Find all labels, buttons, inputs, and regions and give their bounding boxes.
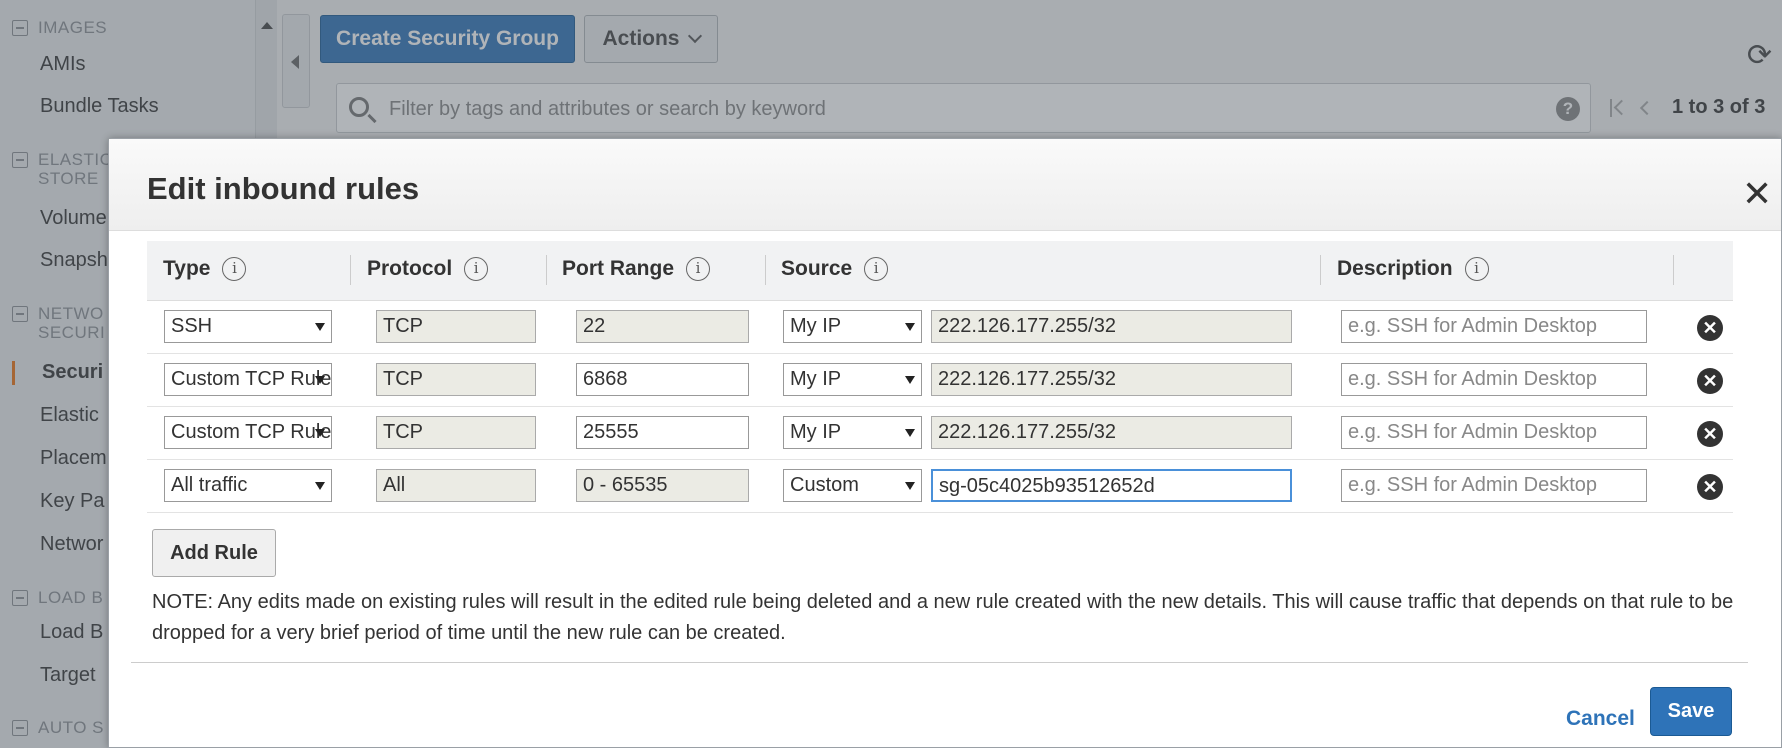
dropdown-arrow-icon (905, 482, 915, 490)
column-divider (1673, 255, 1674, 285)
footer-divider (131, 662, 1748, 663)
column-header-port-range: Port Range i (562, 257, 711, 281)
delete-rule-icon[interactable]: ✕ (1697, 421, 1723, 447)
column-divider (546, 255, 547, 285)
edit-note: NOTE: Any edits made on existing rules w… (152, 591, 1734, 644)
table-row: All traffic All 0 - 65535 Custom sg-05c4… (147, 460, 1733, 513)
description-input[interactable]: e.g. SSH for Admin Desktop (1341, 416, 1647, 449)
dropdown-arrow-icon (905, 323, 915, 331)
modal-header: Edit inbound rules ✕ (109, 139, 1781, 231)
column-divider (1320, 255, 1321, 285)
source-type-select[interactable]: My IP (783, 310, 922, 343)
delete-rule-icon[interactable]: ✕ (1697, 315, 1723, 341)
info-icon[interactable]: i (222, 257, 247, 281)
cancel-button[interactable]: Cancel (1566, 707, 1635, 731)
dropdown-arrow-icon (905, 376, 915, 384)
info-icon[interactable]: i (1464, 257, 1489, 281)
edit-inbound-rules-dialog: Edit inbound rules ✕ Type i Protocol i P… (108, 138, 1782, 748)
protocol-field: All (376, 469, 536, 502)
dropdown-arrow-icon (315, 482, 325, 490)
dropdown-arrow-icon (315, 376, 325, 384)
source-input[interactable]: 222.126.177.255/32 (931, 363, 1292, 396)
protocol-field: TCP (376, 416, 536, 449)
source-type-select[interactable]: My IP (783, 416, 922, 449)
protocol-field: TCP (376, 310, 536, 343)
modal-title: Edit inbound rules (147, 171, 420, 206)
dropdown-arrow-icon (315, 323, 325, 331)
table-row: Custom TCP Rule TCP 25555 My IP 222.126.… (147, 407, 1733, 460)
dropdown-arrow-icon (905, 429, 915, 437)
delete-rule-icon[interactable]: ✕ (1697, 368, 1723, 394)
type-select[interactable]: Custom TCP Rule (164, 416, 332, 449)
table-row: Custom TCP Rule TCP 6868 My IP 222.126.1… (147, 354, 1733, 407)
column-header-source: Source i (781, 257, 889, 281)
port-range-input[interactable]: 6868 (576, 363, 749, 396)
source-type-select[interactable]: Custom (783, 469, 922, 502)
column-header-protocol: Protocol i (367, 257, 489, 281)
protocol-field: TCP (376, 363, 536, 396)
rules-table: Type i Protocol i Port Range i Source i … (147, 241, 1733, 513)
column-header-description: Description i (1337, 257, 1489, 281)
source-input[interactable]: sg-05c4025b93512652d (931, 469, 1292, 502)
column-header-type: Type i (163, 257, 247, 281)
table-header: Type i Protocol i Port Range i Source i … (147, 241, 1733, 301)
column-divider (765, 255, 766, 285)
description-input[interactable]: e.g. SSH for Admin Desktop (1341, 363, 1647, 396)
close-icon[interactable]: ✕ (1742, 176, 1772, 212)
save-button[interactable]: Save (1650, 687, 1732, 736)
info-icon[interactable]: i (464, 257, 489, 281)
port-range-input[interactable]: 25555 (576, 416, 749, 449)
type-select[interactable]: Custom TCP Rule (164, 363, 332, 396)
info-icon[interactable]: i (864, 257, 889, 281)
port-range-field: 22 (576, 310, 749, 343)
dropdown-arrow-icon (315, 429, 325, 437)
type-select[interactable]: All traffic (164, 469, 332, 502)
type-select[interactable]: SSH (164, 310, 332, 343)
source-input[interactable]: 222.126.177.255/32 (931, 416, 1292, 449)
description-input[interactable]: e.g. SSH for Admin Desktop (1341, 310, 1647, 343)
info-icon[interactable]: i (686, 257, 711, 281)
description-input[interactable]: e.g. SSH for Admin Desktop (1341, 469, 1647, 502)
add-rule-button[interactable]: Add Rule (152, 529, 276, 577)
source-input[interactable]: 222.126.177.255/32 (931, 310, 1292, 343)
source-type-select[interactable]: My IP (783, 363, 922, 396)
table-row: SSH TCP 22 My IP 222.126.177.255/32 e.g.… (147, 301, 1733, 354)
delete-rule-icon[interactable]: ✕ (1697, 474, 1723, 500)
column-divider (350, 255, 351, 285)
port-range-field: 0 - 65535 (576, 469, 749, 502)
